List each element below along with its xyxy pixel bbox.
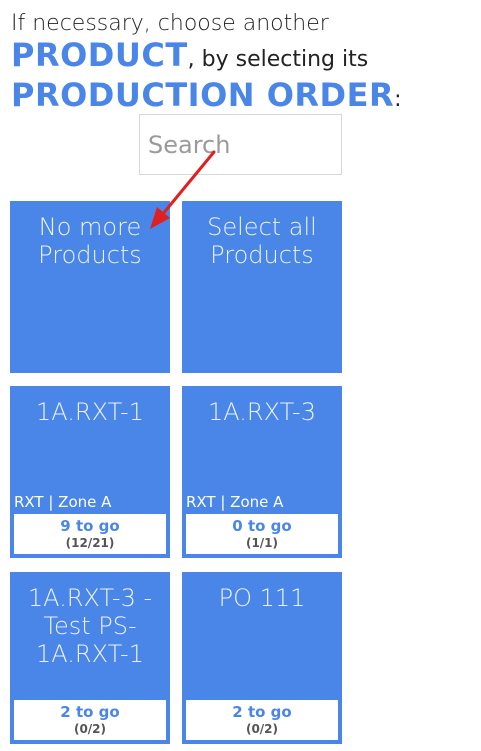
- progress-box: 9 to go (12/21): [14, 514, 166, 554]
- progress-box: 2 to go (0/2): [186, 700, 338, 740]
- done-total-count: (0/2): [73, 722, 107, 736]
- instruction-heading: If necessary, choose another PRODUCT, by…: [11, 10, 471, 118]
- production-order-tile[interactable]: 1A.RXT-1 RXT | Zone A 9 to go (12/21): [10, 386, 170, 558]
- production-order-name: 1A.RXT-1: [36, 398, 144, 426]
- heading-colon: :: [394, 87, 402, 112]
- done-total-count: (0/2): [245, 722, 279, 736]
- production-order-location: RXT | Zone A: [186, 493, 284, 511]
- production-order-tile[interactable]: 1A.RXT-3 - Test PS-1A.RXT-1 2 to go (0/2…: [10, 572, 170, 744]
- done-total-count: (12/21): [65, 536, 115, 550]
- instruction-line-2-rest: , by selecting its: [187, 47, 369, 72]
- product-keyword: PRODUCT: [11, 36, 188, 74]
- production-order-name: PO 111: [218, 584, 306, 612]
- no-more-products-tile[interactable]: No more Products: [10, 201, 170, 373]
- to-go-count: 0 to go: [232, 517, 292, 535]
- select-all-products-tile[interactable]: Select all Products: [182, 201, 342, 373]
- no-more-products-label: No more Products: [38, 213, 142, 269]
- production-order-tile[interactable]: PO 111 2 to go (0/2): [182, 572, 342, 744]
- instruction-line-3: PRODUCTION ORDER:: [11, 78, 471, 118]
- progress-box: 0 to go (1/1): [186, 514, 338, 554]
- instruction-line-2: PRODUCT, by selecting its: [11, 38, 471, 78]
- progress-box: 2 to go (0/2): [14, 700, 166, 740]
- production-order-name: 1A.RXT-3: [208, 398, 316, 426]
- production-order-location: RXT | Zone A: [14, 493, 112, 511]
- production-order-tile[interactable]: 1A.RXT-3 RXT | Zone A 0 to go (1/1): [182, 386, 342, 558]
- to-go-count: 2 to go: [60, 703, 120, 721]
- select-all-products-label: Select all Products: [207, 213, 317, 269]
- production-order-keyword: PRODUCTION ORDER: [11, 76, 395, 114]
- done-total-count: (1/1): [245, 536, 279, 550]
- to-go-count: 9 to go: [60, 517, 120, 535]
- instruction-line-1: If necessary, choose another: [11, 11, 329, 36]
- production-order-name: 1A.RXT-3 - Test PS-1A.RXT-1: [27, 584, 153, 668]
- to-go-count: 2 to go: [232, 703, 292, 721]
- search-input[interactable]: [139, 114, 342, 175]
